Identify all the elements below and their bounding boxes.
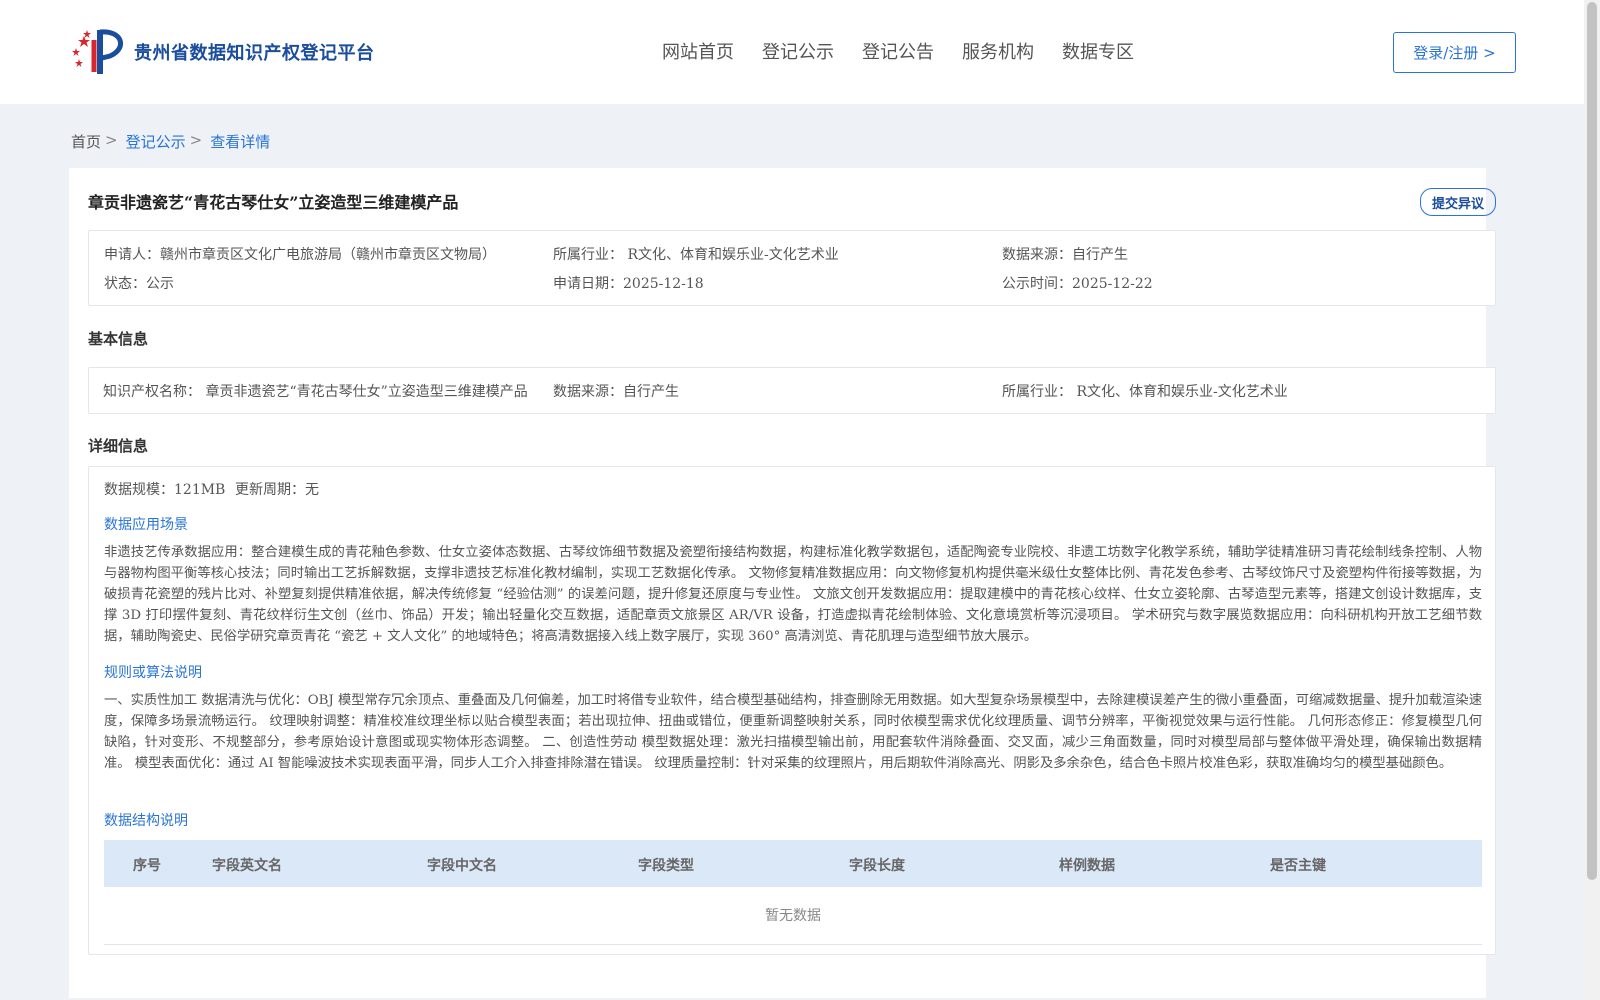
breadcrumb: 首页 > 登记公示 > 查看详情	[71, 131, 270, 152]
basic-info-heading: 基本信息	[88, 330, 149, 348]
ip-name-text: 知识产权名称： 章贡非遗瓷艺“青花古琴仕女”立姿造型三维建模产品	[103, 384, 528, 400]
detail-info-box: 数据规模：121MB 更新周期：无 数据应用场景 非遗技艺传承数据应用：整合建模…	[88, 466, 1496, 955]
data-scale-text: 数据规模：121MB	[104, 482, 226, 498]
update-cycle-text: 更新周期：无	[235, 482, 319, 498]
col-english-name: 字段英文名	[212, 858, 282, 874]
scrollbar-thumb[interactable]	[1587, 2, 1597, 880]
basic-info-box: 知识产权名称： 章贡非遗瓷艺“青花古琴仕女”立姿造型三维建模产品 数据来源：自行…	[88, 367, 1496, 414]
basic-industry-text: 所属行业： R文化、体育和娱乐业-文化艺术业	[1002, 384, 1288, 400]
rule-description: 一、实质性加工 数据清洗与优化：OBJ 模型常存冗余顶点、重叠面及几何偏差，加工…	[104, 693, 1482, 771]
col-length: 字段长度	[849, 858, 905, 874]
scene-description: 非遗技艺传承数据应用：整合建模生成的青花釉色参数、仕女立姿体态数据、古琴纹饰细节…	[104, 545, 1482, 644]
col-chinese-name: 字段中文名	[427, 858, 497, 874]
publish-date-text: 公示时间：2025-12-22	[1002, 276, 1153, 292]
breadcrumb-current[interactable]: 查看详情	[210, 131, 270, 152]
login-register-button[interactable]: 登录/注册 >	[1393, 32, 1516, 73]
basic-source-text: 数据来源：自行产生	[553, 384, 679, 400]
structure-heading: 数据结构说明	[104, 813, 188, 829]
logo-emblem-icon	[70, 26, 130, 78]
page-title: 章贡非遗瓷艺“青花古琴仕女”立姿造型三维建模产品	[88, 193, 459, 212]
detail-info-heading: 详细信息	[88, 437, 149, 455]
applicant-text: 申请人：赣州市章贡区文化广电旅游局（赣州市章贡区文物局）	[104, 247, 496, 263]
summary-box: 申请人：赣州市章贡区文化广电旅游局（赣州市章贡区文物局） 所属行业： R文化、体…	[88, 230, 1496, 306]
nav-home[interactable]: 网站首页	[662, 38, 734, 64]
nav-service-agencies[interactable]: 服务机构	[962, 38, 1034, 64]
site-logo[interactable]: 贵州省数据知识产权登记平台	[70, 26, 375, 78]
scene-heading: 数据应用场景	[104, 517, 188, 533]
status-text: 状态：公示	[104, 276, 174, 292]
col-sample: 样例数据	[1059, 858, 1115, 874]
table-bottom-divider	[104, 944, 1482, 945]
col-primary-key: 是否主键	[1270, 858, 1326, 874]
breadcrumb-separator: >	[189, 131, 203, 149]
nav-registration-announcement[interactable]: 登记公告	[862, 38, 934, 64]
apply-date-text: 申请日期：2025-12-18	[553, 276, 704, 292]
site-header: 贵州省数据知识产权登记平台 网站首页 登记公示 登记公告 服务机构 数据专区 登…	[0, 0, 1584, 104]
rule-heading: 规则或算法说明	[104, 665, 202, 681]
breadcrumb-separator: >	[105, 131, 118, 149]
site-name: 贵州省数据知识产权登记平台	[134, 43, 375, 64]
main-nav: 网站首页 登记公示 登记公告 服务机构 数据专区	[662, 38, 1162, 64]
industry-text: 所属行业： R文化、体育和娱乐业-文化艺术业	[553, 247, 839, 263]
detail-card: 章贡非遗瓷艺“青花古琴仕女”立姿造型三维建模产品 提交异议 申请人：赣州市章贡区…	[69, 168, 1496, 998]
table-empty-text: 暂无数据	[765, 908, 821, 924]
submit-objection-button[interactable]: 提交异议	[1420, 188, 1496, 216]
nav-data-zone[interactable]: 数据专区	[1062, 38, 1134, 64]
page-scrollbar[interactable]	[1584, 0, 1600, 1000]
data-source-text: 数据来源：自行产生	[1002, 247, 1128, 263]
nav-registration-publicity[interactable]: 登记公示	[762, 38, 834, 64]
col-index: 序号	[133, 858, 161, 874]
structure-table-header: 序号 字段英文名 字段中文名 字段类型 字段长度 样例数据 是否主键	[104, 840, 1482, 887]
breadcrumb-home[interactable]: 首页	[71, 131, 101, 152]
breadcrumb-section[interactable]: 登记公示	[126, 131, 186, 152]
col-type: 字段类型	[638, 858, 694, 874]
